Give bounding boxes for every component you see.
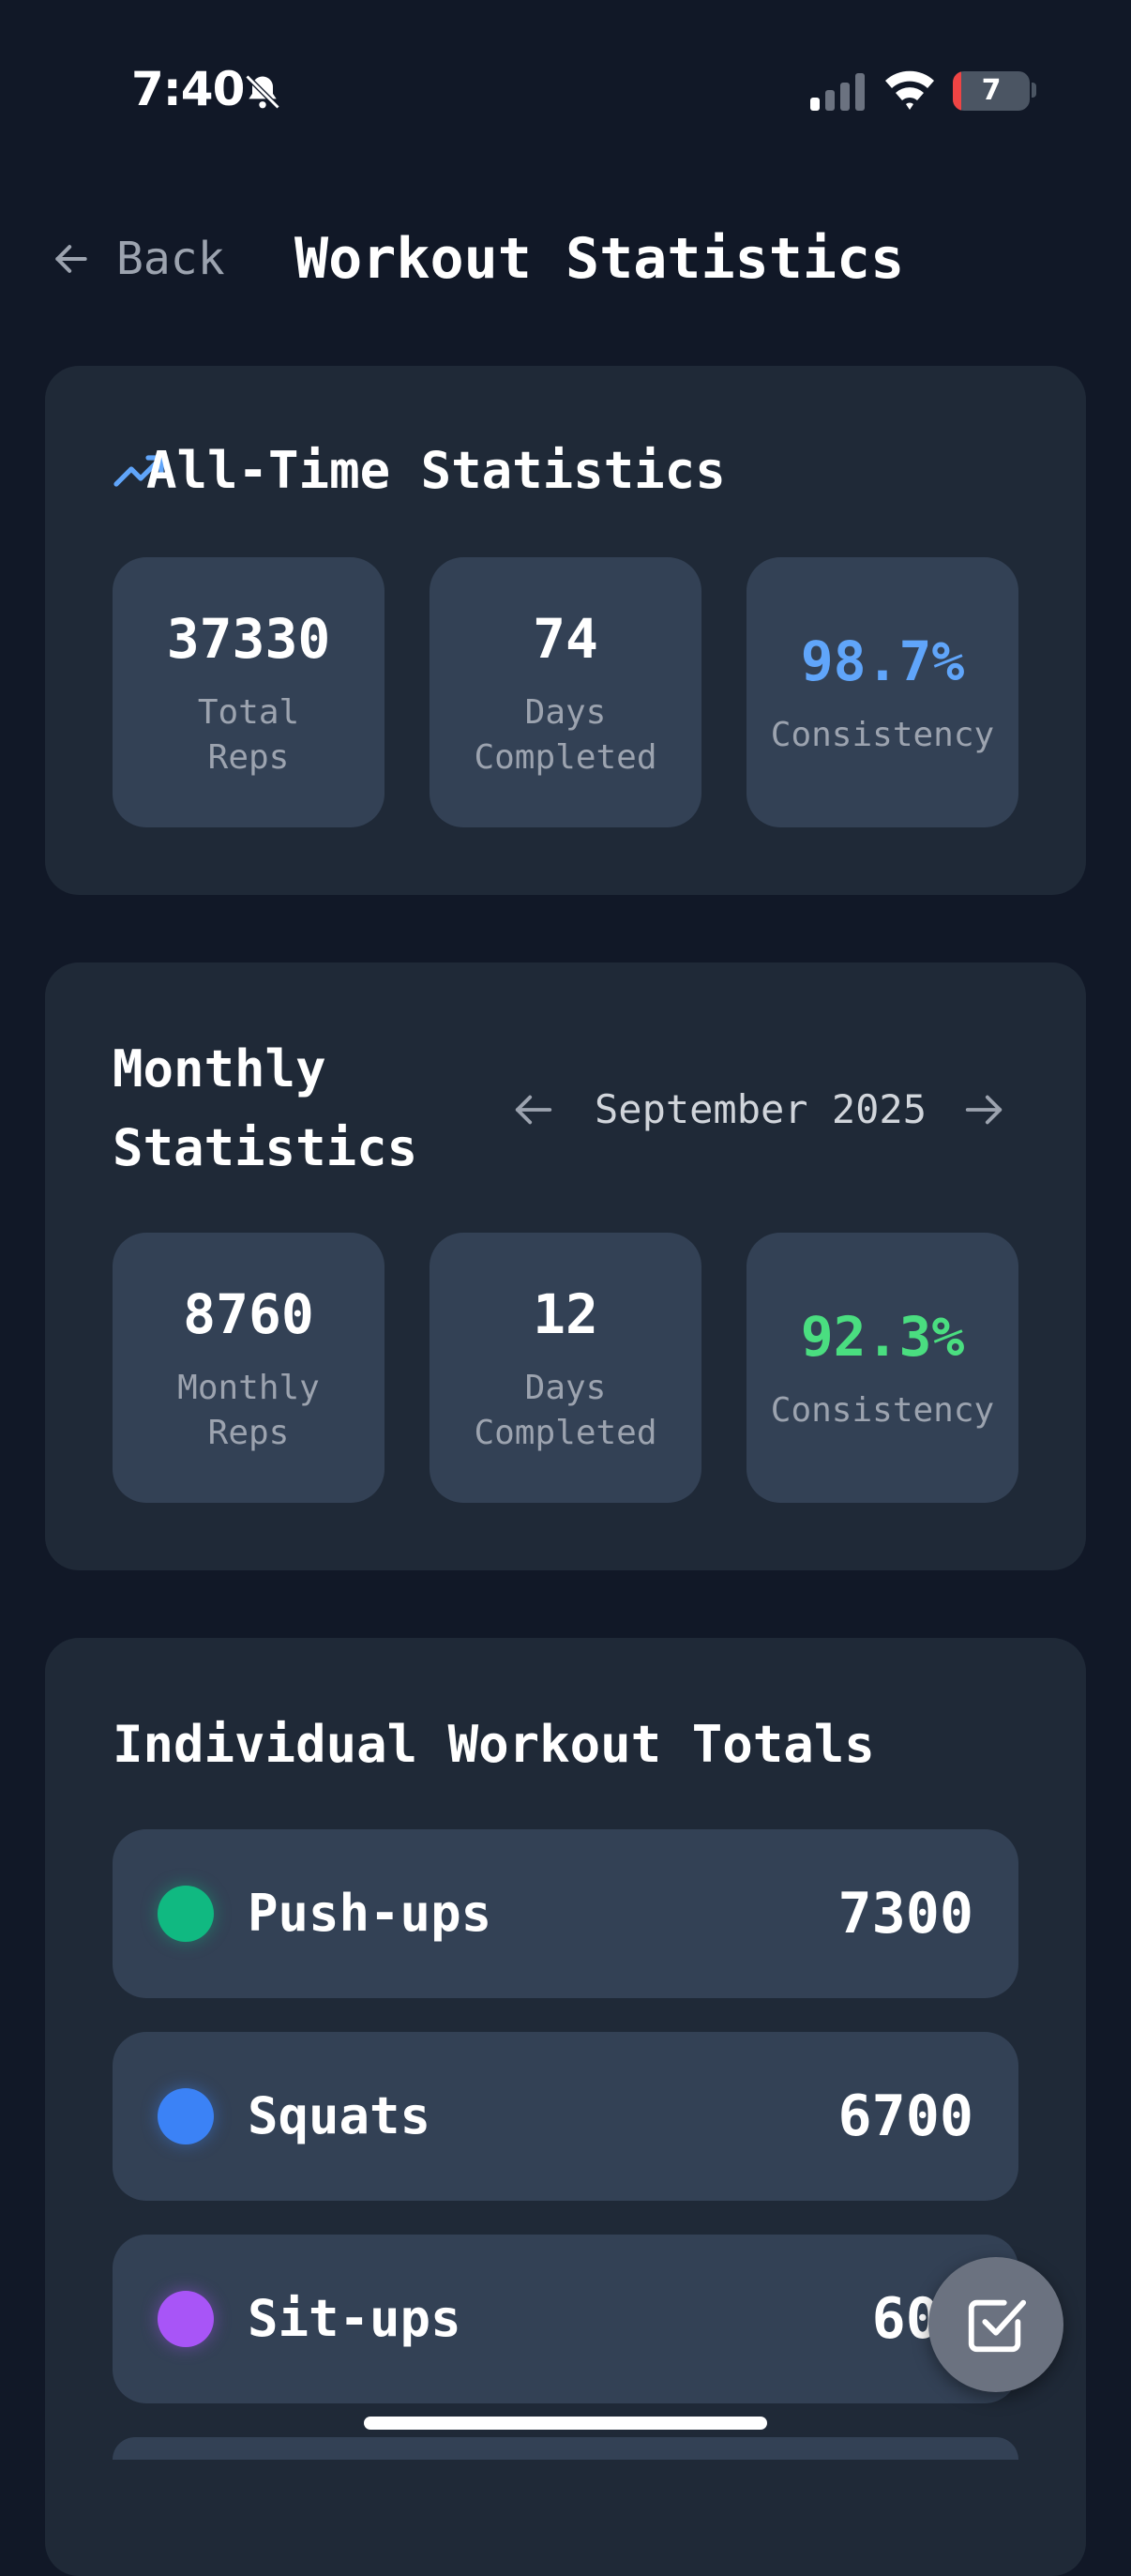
stat-monthly-reps: 8760 Monthly Reps <box>113 1233 385 1503</box>
home-indicator <box>364 2417 767 2430</box>
signal-icon <box>810 73 865 111</box>
stat-value: 92.3% <box>800 1305 965 1369</box>
workout-color-dot <box>158 2088 214 2144</box>
workout-color-dot <box>158 1886 214 1942</box>
stat-label: Total Reps <box>197 693 300 777</box>
stat-label: Days Completed <box>474 693 657 777</box>
workout-name: Push-ups <box>248 1884 492 1943</box>
monthly-title: Monthly Statistics <box>113 1039 418 1177</box>
workout-name: Squats <box>248 2086 431 2145</box>
stat-label: Consistency <box>770 716 995 754</box>
workout-row-push-ups[interactable]: Push-ups 7300 <box>113 1829 1018 1998</box>
workout-row-squats[interactable]: Squats 6700 <box>113 2032 1018 2201</box>
prev-month-button[interactable] <box>512 1079 555 1141</box>
workout-color-dot <box>158 2291 214 2347</box>
workout-row-sit-ups[interactable]: Sit-ups 600 <box>113 2235 1018 2403</box>
battery-level: 7 <box>981 74 1002 107</box>
stat-value: 74 <box>533 607 598 671</box>
arrow-left-icon <box>55 245 87 273</box>
back-label: Back <box>116 233 225 285</box>
all-time-title: All-Time Statistics <box>146 441 726 500</box>
stat-monthly-days: 12 Days Completed <box>430 1233 701 1503</box>
wifi-icon <box>885 70 934 110</box>
back-button[interactable]: Back <box>51 225 225 293</box>
battery-tip <box>1032 83 1036 98</box>
workout-row-next[interactable] <box>113 2437 1018 2460</box>
workout-total: 7300 <box>837 1881 974 1947</box>
individual-title: Individual Workout Totals <box>113 1715 875 1774</box>
workout-name: Sit-ups <box>248 2289 461 2348</box>
stat-label: Days Completed <box>474 1369 657 1452</box>
check-square-icon <box>968 2299 1027 2353</box>
stat-label: Monthly Reps <box>177 1369 320 1452</box>
check-square-button[interactable] <box>928 2257 1063 2392</box>
month-label: September 2025 <box>595 1086 927 1132</box>
stat-value: 8760 <box>183 1282 314 1346</box>
battery-icon: 7 <box>953 71 1030 111</box>
stat-value: 98.7% <box>800 629 965 693</box>
stat-days-completed: 74 Days Completed <box>430 557 701 827</box>
status-bar: 7:40 7 <box>0 0 1131 141</box>
page-title: Workout Statistics <box>294 226 905 292</box>
stat-value: 37330 <box>166 607 331 671</box>
workout-total: 6700 <box>837 2084 974 2149</box>
stat-label: Consistency <box>770 1391 995 1430</box>
stat-total-reps: 37330 Total Reps <box>113 557 385 827</box>
status-time: 7:40 <box>131 62 245 116</box>
stat-consistency: 98.7% Consistency <box>746 557 1018 827</box>
bell-slash-icon <box>245 74 280 110</box>
stat-value: 12 <box>533 1282 598 1346</box>
next-month-button[interactable] <box>962 1079 1005 1141</box>
stat-monthly-consistency: 92.3% Consistency <box>746 1233 1018 1503</box>
